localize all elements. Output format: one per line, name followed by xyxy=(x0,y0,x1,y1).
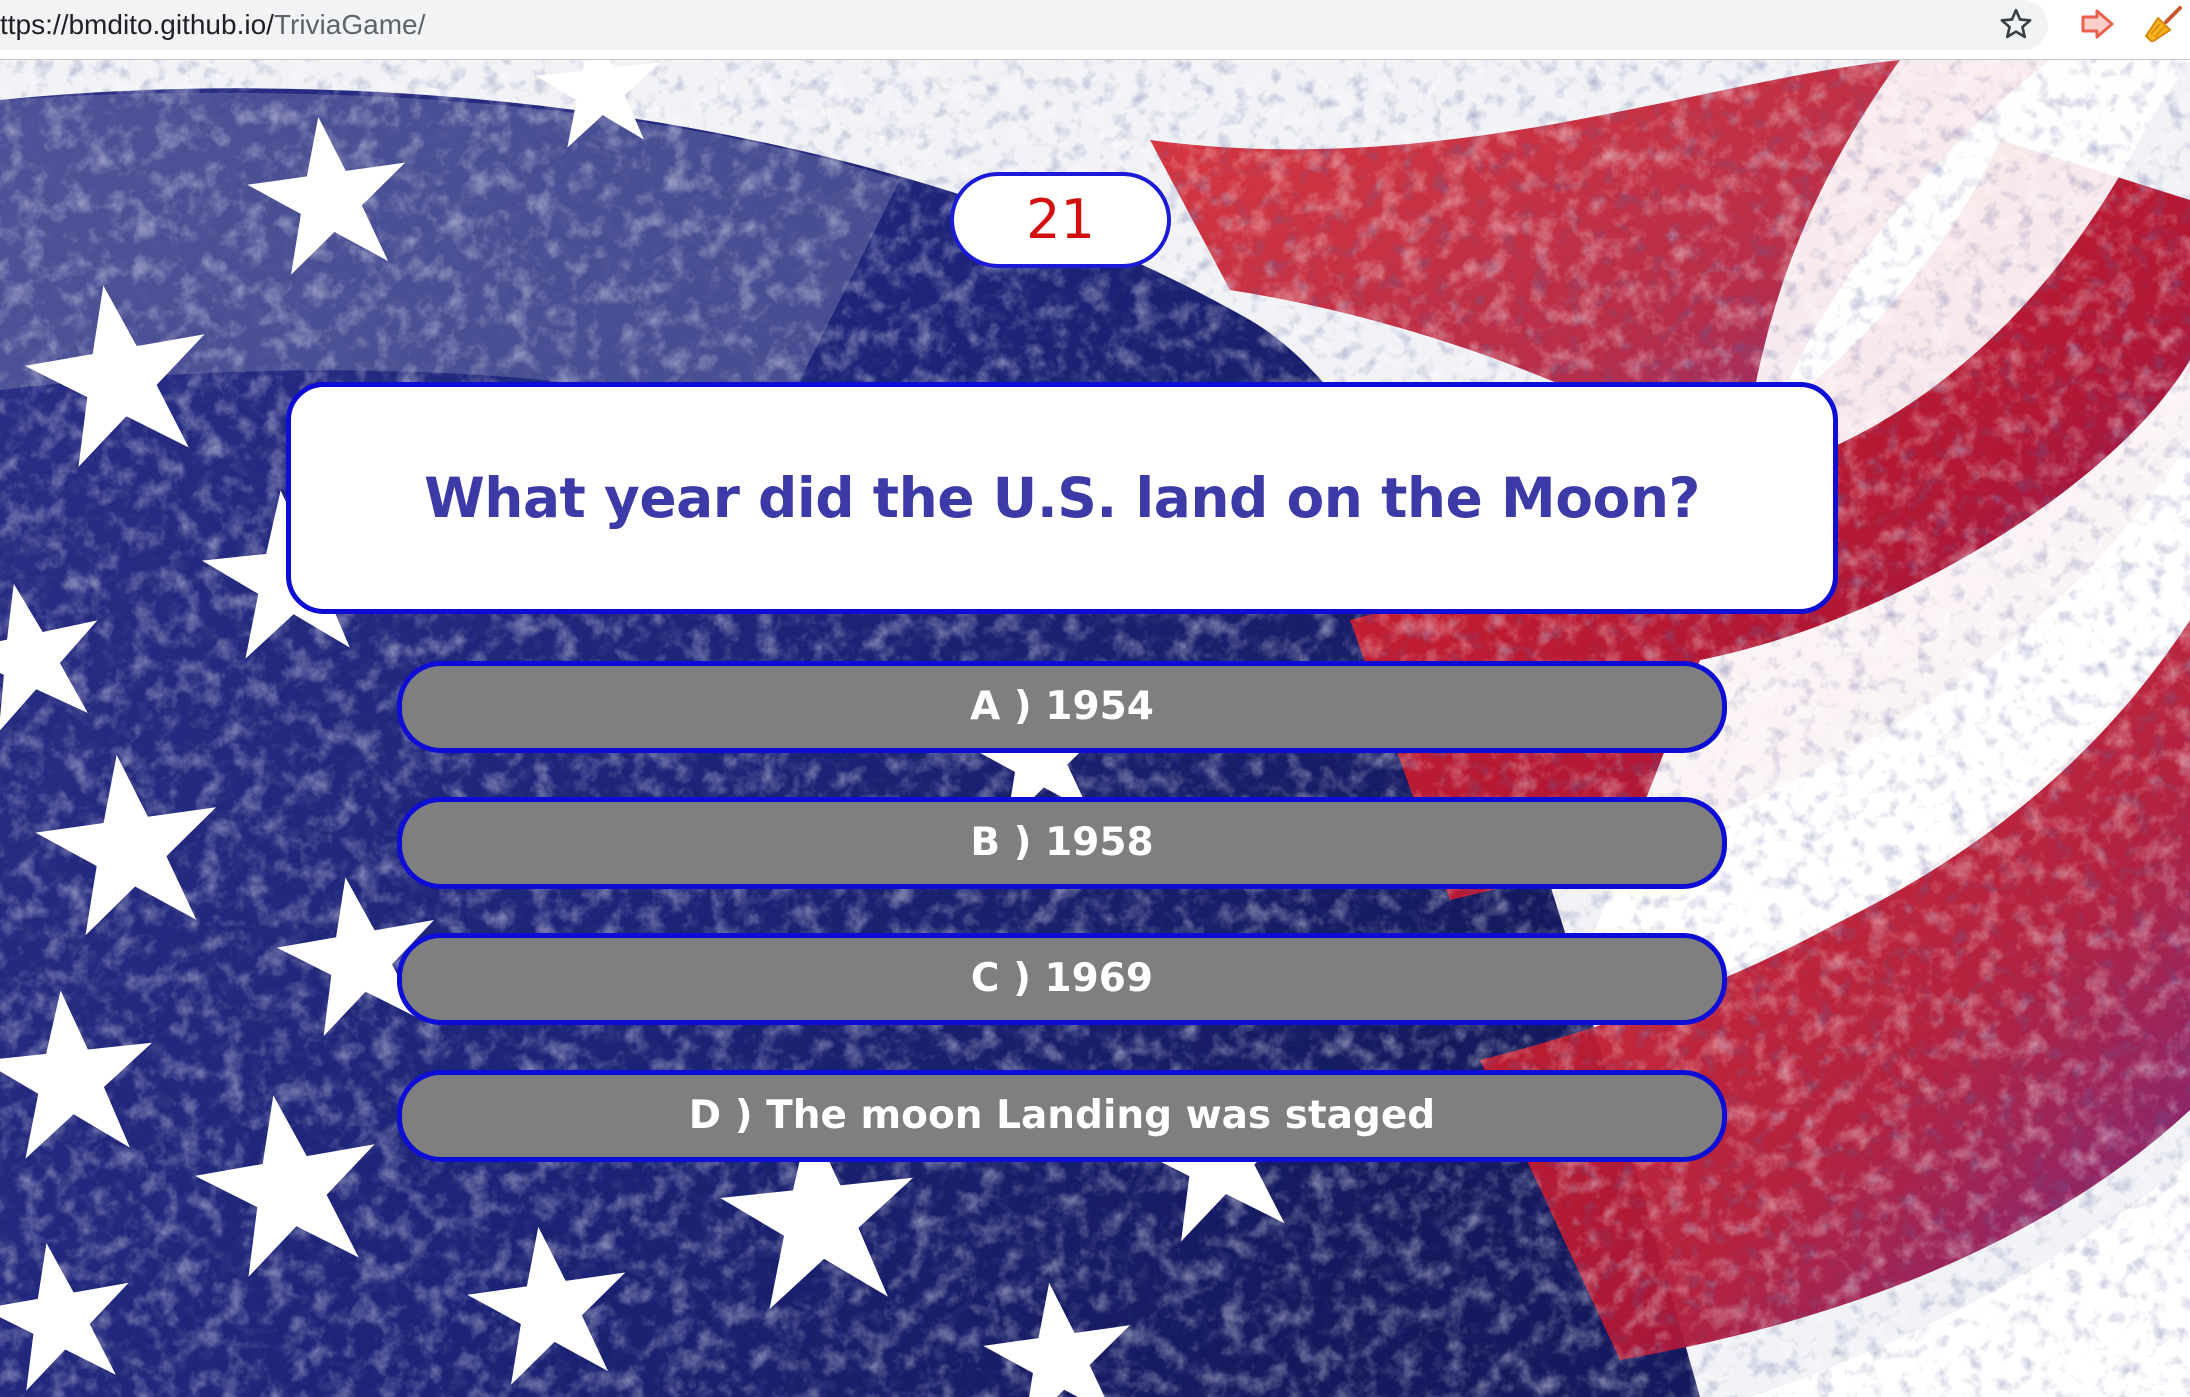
answer-button-a[interactable]: A ) 1954 xyxy=(397,661,1727,753)
star-icon[interactable] xyxy=(1998,6,2034,42)
url-path: TriviaGame/ xyxy=(273,9,426,40)
browser-toolbar: ttps://bmdito.github.io/TriviaGame/ xyxy=(0,0,2190,60)
answer-button-b[interactable]: B ) 1958 xyxy=(397,797,1727,889)
question-text: What year did the U.S. land on the Moon? xyxy=(424,466,1700,530)
answer-button-c[interactable]: C ) 1969 xyxy=(397,933,1727,1025)
answer-button-d[interactable]: D ) The moon Landing was staged xyxy=(397,1070,1727,1162)
extension-broom-icon[interactable] xyxy=(2142,6,2182,42)
url-host: ttps://bmdito.github.io/ xyxy=(0,9,274,40)
address-bar[interactable]: ttps://bmdito.github.io/TriviaGame/ xyxy=(0,0,2048,50)
extension-arrow-icon[interactable] xyxy=(2080,8,2116,40)
game-page: 21 What year did the U.S. land on the Mo… xyxy=(0,60,2190,1397)
url-text[interactable]: ttps://bmdito.github.io/TriviaGame/ xyxy=(0,8,425,42)
countdown-timer: 21 xyxy=(950,172,1171,268)
question-card: What year did the U.S. land on the Moon? xyxy=(286,382,1838,614)
